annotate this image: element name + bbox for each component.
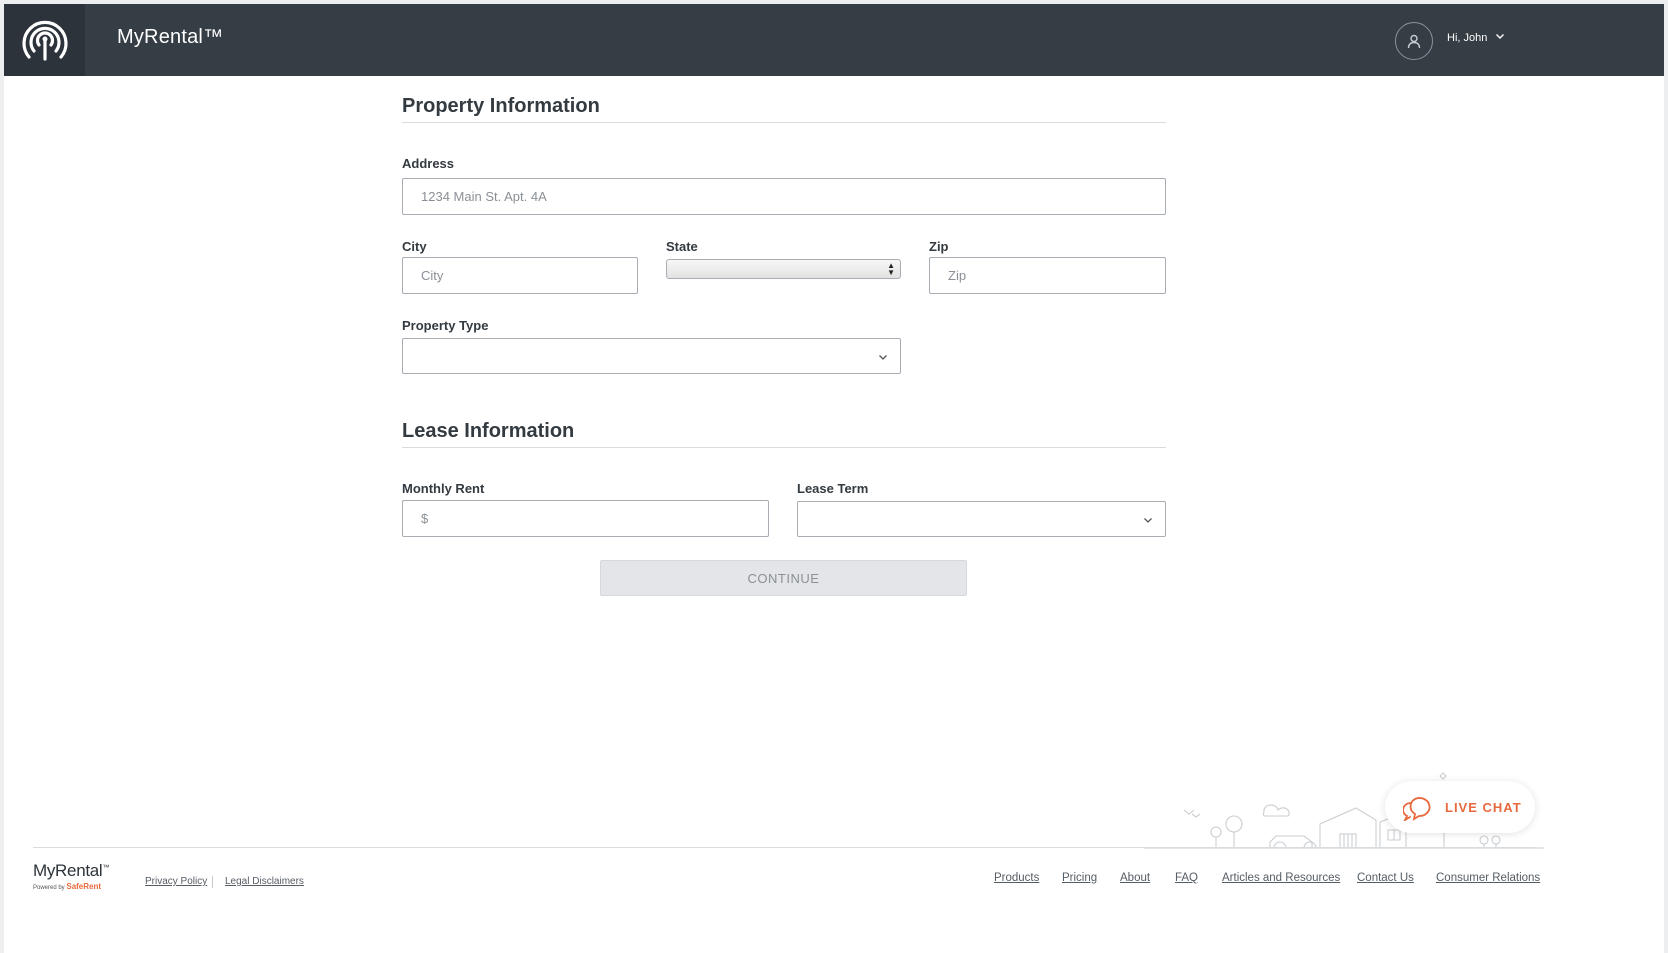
- section-title-lease: Lease Information: [402, 420, 575, 442]
- footer-link-consumer-relations[interactable]: Consumer Relations: [1436, 872, 1540, 884]
- monthly-rent-label: Monthly Rent: [402, 481, 485, 496]
- footer-brand-logo[interactable]: MyRental™ Powered by SafeRent: [33, 861, 109, 891]
- footer-link-pricing[interactable]: Pricing: [1062, 872, 1097, 884]
- continue-button[interactable]: CONTINUE: [600, 560, 967, 596]
- monthly-rent-input[interactable]: [402, 500, 769, 537]
- footer-link-articles[interactable]: Articles and Resources: [1222, 872, 1340, 884]
- footer-link-products[interactable]: Products: [994, 872, 1039, 884]
- powered-by: Powered by SafeRent: [33, 882, 102, 891]
- city-label: City: [402, 239, 427, 254]
- zip-label: Zip: [929, 239, 949, 254]
- updown-arrows-icon: ▲ ▼: [887, 261, 895, 277]
- section-title-property: Property Information: [402, 95, 600, 117]
- city-input[interactable]: [402, 257, 638, 294]
- footer-divider: [33, 847, 1535, 848]
- footer-separator: [212, 876, 213, 888]
- footer-brand-name: MyRental™: [33, 861, 110, 880]
- user-greeting[interactable]: Hi, John: [1447, 32, 1487, 44]
- section-divider: [402, 447, 1166, 448]
- chevron-down-icon: [879, 355, 887, 360]
- footer-link-about[interactable]: About: [1120, 872, 1150, 884]
- zip-input[interactable]: [929, 257, 1166, 294]
- legal-disclaimers-link[interactable]: Legal Disclaimers: [225, 876, 304, 887]
- live-chat-button[interactable]: LIVE CHAT: [1385, 781, 1535, 833]
- property-type-select[interactable]: [402, 338, 901, 374]
- chevron-down-icon: [1144, 518, 1152, 523]
- property-type-label: Property Type: [402, 318, 489, 333]
- chat-bubble-icon: [1403, 797, 1431, 821]
- section-divider: [402, 122, 1166, 123]
- lease-term-select[interactable]: [797, 501, 1166, 537]
- user-avatar-button[interactable]: [1395, 22, 1433, 60]
- live-chat-label: LIVE CHAT: [1445, 799, 1522, 815]
- lease-term-label: Lease Term: [797, 481, 869, 496]
- state-label: State: [666, 239, 698, 254]
- app-window: MyRental™ Hi, John Property Information …: [4, 4, 1664, 953]
- logo[interactable]: [4, 4, 85, 76]
- chevron-down-icon[interactable]: [1495, 31, 1505, 41]
- app-title: MyRental™: [117, 26, 224, 48]
- footer-link-faq[interactable]: FAQ: [1175, 872, 1198, 884]
- saferent-logo: SafeRent: [66, 882, 102, 891]
- address-input[interactable]: [402, 178, 1166, 215]
- user-icon: [1407, 34, 1421, 49]
- broadcast-logo-icon: [21, 20, 68, 61]
- footer-link-contact[interactable]: Contact Us: [1357, 872, 1414, 884]
- privacy-policy-link[interactable]: Privacy Policy: [145, 876, 207, 887]
- top-header: MyRental™ Hi, John: [4, 4, 1664, 76]
- state-select[interactable]: ▲ ▼: [666, 259, 901, 279]
- address-label: Address: [402, 156, 455, 171]
